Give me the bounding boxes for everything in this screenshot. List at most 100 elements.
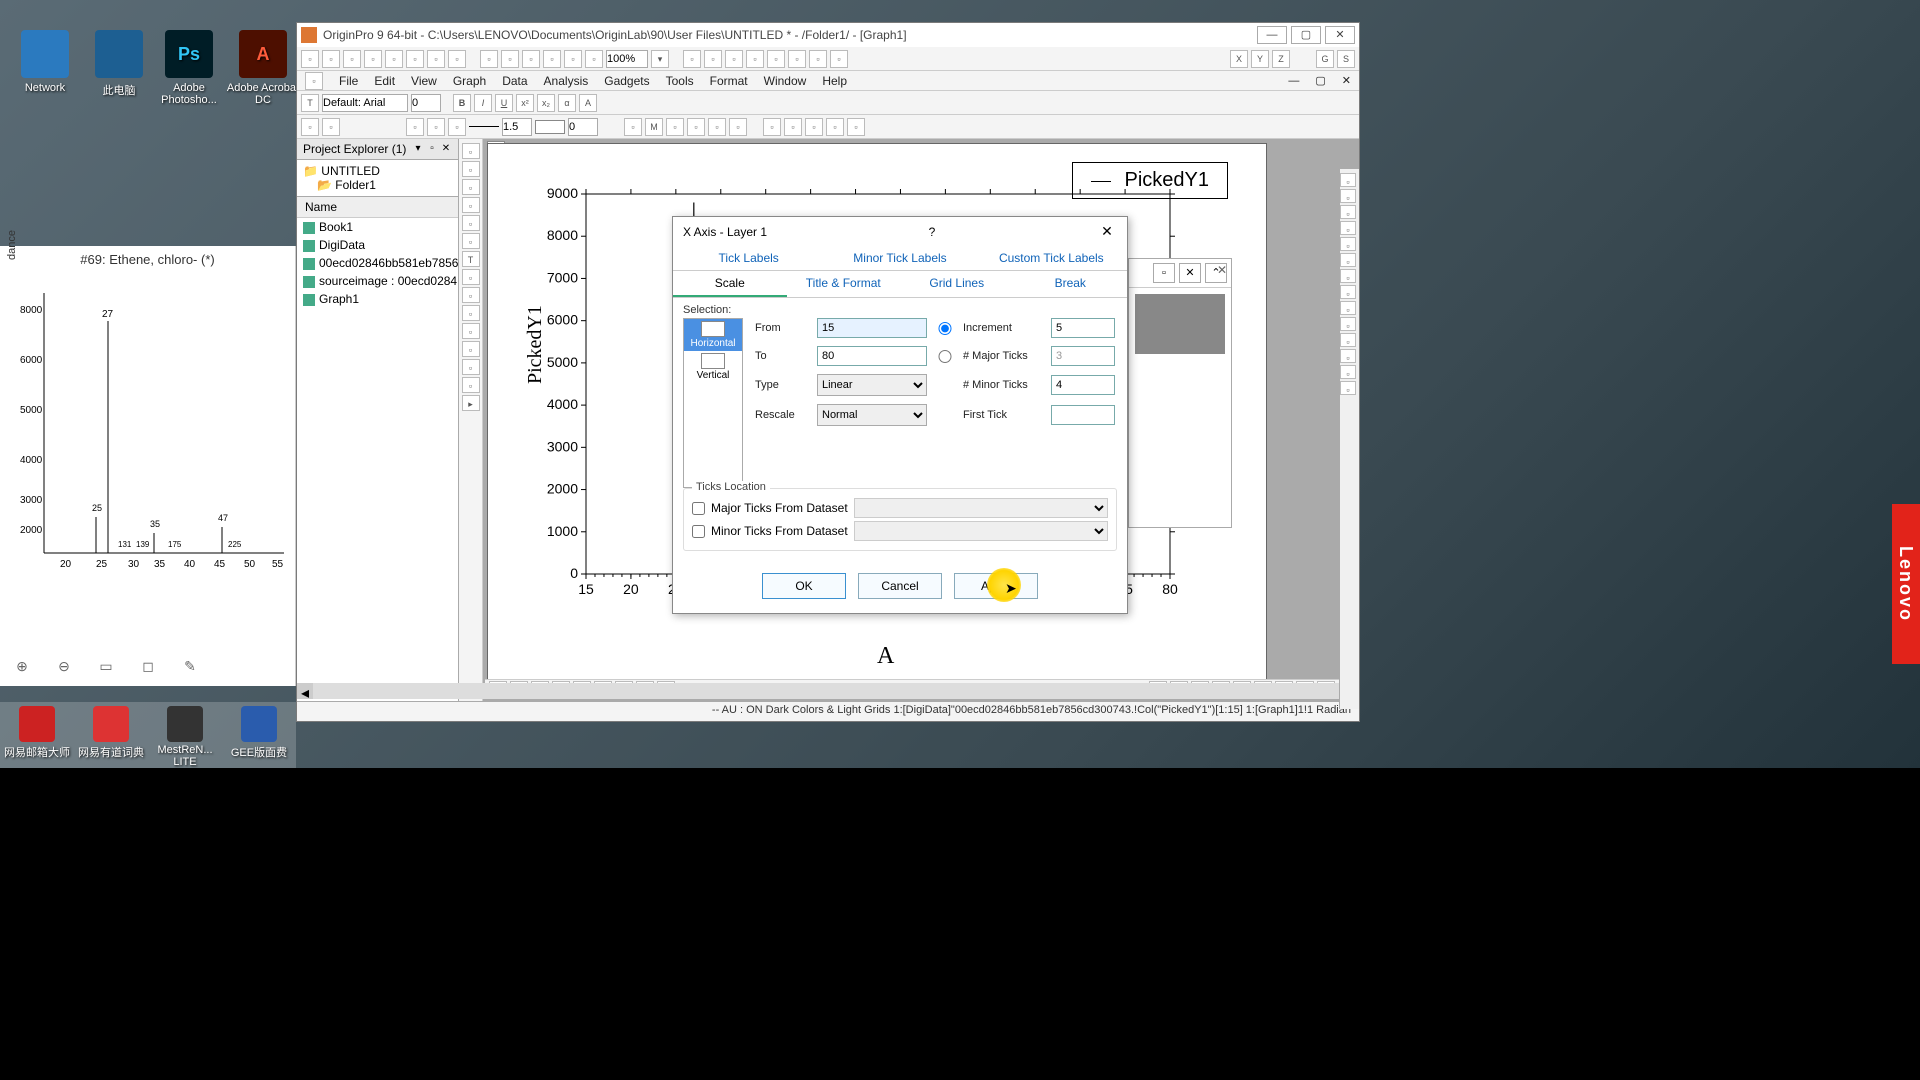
input-major-ticks[interactable] [1051,346,1115,366]
x-icon[interactable]: X [1230,50,1248,68]
fill-icon[interactable]: ▫ [406,118,424,136]
tab-scale[interactable]: Scale [673,271,787,297]
lenovo-tab[interactable]: Lenovo [1892,504,1920,664]
input-to[interactable] [817,346,927,366]
input-first-tick[interactable] [1051,405,1115,425]
rtool-icon[interactable]: ▫ [1340,269,1356,283]
lamp-icon[interactable]: ▫ [763,118,781,136]
pointer-icon[interactable]: ▫ [462,143,480,159]
tab-break[interactable]: Break [1014,271,1128,297]
tool-icon[interactable]: ▫ [585,50,603,68]
x-axis-label[interactable]: A [877,643,894,670]
rtool-icon[interactable]: ▫ [1340,189,1356,203]
rtool-icon[interactable]: ▫ [1340,173,1356,187]
subscript-icon[interactable]: x₂ [537,94,555,112]
rtool-icon[interactable]: ▫ [1340,333,1356,347]
input-minor-ticks[interactable] [1051,375,1115,395]
rtool-icon[interactable]: ▫ [1340,221,1356,235]
desktop-icon-network[interactable]: Network [8,30,82,94]
num-input[interactable] [568,118,598,136]
tab-custom-tick-labels[interactable]: Custom Tick Labels [976,246,1127,270]
line-icon[interactable]: ▫ [427,118,445,136]
list-item[interactable]: Book1 [297,218,458,236]
taskbar-item[interactable]: GEE版面费 [222,702,296,768]
menu-window[interactable]: Window [764,74,807,88]
layer-icon[interactable]: ▫ [746,50,764,68]
minimize-button[interactable]: — [1257,26,1287,44]
gear-icon[interactable]: ▫ [784,118,802,136]
reader-icon[interactable]: ▫ [462,197,480,213]
input-from[interactable] [817,318,927,338]
list-item[interactable]: sourceimage : 00ecd0284 [297,272,458,290]
mask-tool-icon[interactable]: ▫ [462,377,480,393]
dialog-close-icon[interactable]: ✕ [1097,223,1117,240]
tab-minor-tick-labels[interactable]: Minor Tick Labels [824,246,975,270]
tool-icon[interactable]: ▫ [847,118,865,136]
bold-icon[interactable]: B [453,94,471,112]
mdi-close-icon[interactable]: ✕ [1342,74,1351,87]
desktop-icon-pc[interactable]: 此电脑 [82,30,156,98]
open-icon[interactable]: ▫ [322,50,340,68]
greek-icon[interactable]: α [558,94,576,112]
tool-icon[interactable]: ▫ [729,118,747,136]
save-icon[interactable]: ▫ [343,50,361,68]
scroll-left-icon[interactable]: ◂ [297,683,313,699]
picker-icon[interactable]: ▫ [301,118,319,136]
list-item[interactable]: 00ecd02846bb581eb7856 [297,254,458,272]
zoom-out-icon[interactable]: ⊖ [52,654,76,678]
draw-icon[interactable]: ▫ [462,233,480,249]
italic-icon[interactable]: I [474,94,492,112]
ok-button[interactable]: OK [762,573,846,599]
desktop-icon-acrobat[interactable]: AAdobe Acrobat DC [226,30,300,106]
rtool-icon[interactable]: ▫ [1340,365,1356,379]
poly-icon[interactable]: ▫ [462,341,480,357]
help-icon[interactable]: ? [922,225,942,239]
app-menu-icon[interactable]: ▫ [305,72,323,90]
grid-icon[interactable]: ▫ [624,118,642,136]
text-tool-icon[interactable]: T [301,94,319,112]
mdi-minimize-icon[interactable]: — [1288,75,1299,87]
rect-icon[interactable]: ▫ [462,305,480,321]
menu-format[interactable]: Format [710,74,748,88]
taskbar-item[interactable]: 网易邮箱大师 [0,702,74,768]
hscrollbar[interactable]: ◂ ▸ [297,683,1359,699]
print-icon[interactable]: ▫ [364,50,382,68]
sp-close-icon[interactable]: ✕ [1179,263,1201,283]
chk-major-from-dataset[interactable] [692,502,705,515]
new-icon[interactable]: ▫ [301,50,319,68]
apply-button[interactable]: Apply ➤ [954,573,1038,599]
select-major-dataset[interactable] [854,498,1108,518]
layer-icon[interactable]: ▫ [830,50,848,68]
superscript-icon[interactable]: x² [516,94,534,112]
tool-icon[interactable]: ▫ [687,118,705,136]
crop-icon[interactable]: ◻ [136,654,160,678]
pen-icon[interactable]: ▫ [448,118,466,136]
menu-help[interactable]: Help [822,74,847,88]
pan-icon[interactable]: ▫ [462,179,480,195]
menu-edit[interactable]: Edit [374,74,395,88]
menu-tools[interactable]: Tools [666,74,694,88]
layer-icon[interactable]: ▫ [788,50,806,68]
more-icon[interactable]: ▸ [462,395,480,411]
copy-icon[interactable]: ▫ [427,50,445,68]
list-header-name[interactable]: Name [297,197,458,218]
line-width-input[interactable] [502,118,532,136]
text-icon[interactable]: T [462,251,480,267]
rtool-icon[interactable]: ▫ [1340,205,1356,219]
list-item[interactable]: DigiData [297,236,458,254]
select-minor-dataset[interactable] [854,521,1108,541]
font-color-icon[interactable]: A [579,94,597,112]
panel-close-icon[interactable]: ✕ [440,143,452,155]
desktop-icon-photoshop[interactable]: PsAdobe Photosho... [152,30,226,106]
menu-analysis[interactable]: Analysis [544,74,589,88]
pin-icon[interactable]: ▫ [426,143,438,155]
menu-data[interactable]: Data [502,74,527,88]
tool-icon[interactable]: ▫ [826,118,844,136]
tree-root[interactable]: 📁 UNTITLED [303,164,452,178]
select-rescale[interactable]: Normal [817,404,927,426]
import-icon[interactable]: ▫ [385,50,403,68]
maximize-button[interactable]: ▢ [1291,26,1321,44]
font-size-input[interactable] [411,94,441,112]
arrow-icon[interactable]: ▫ [462,269,480,285]
layer-icon[interactable]: ▫ [683,50,701,68]
